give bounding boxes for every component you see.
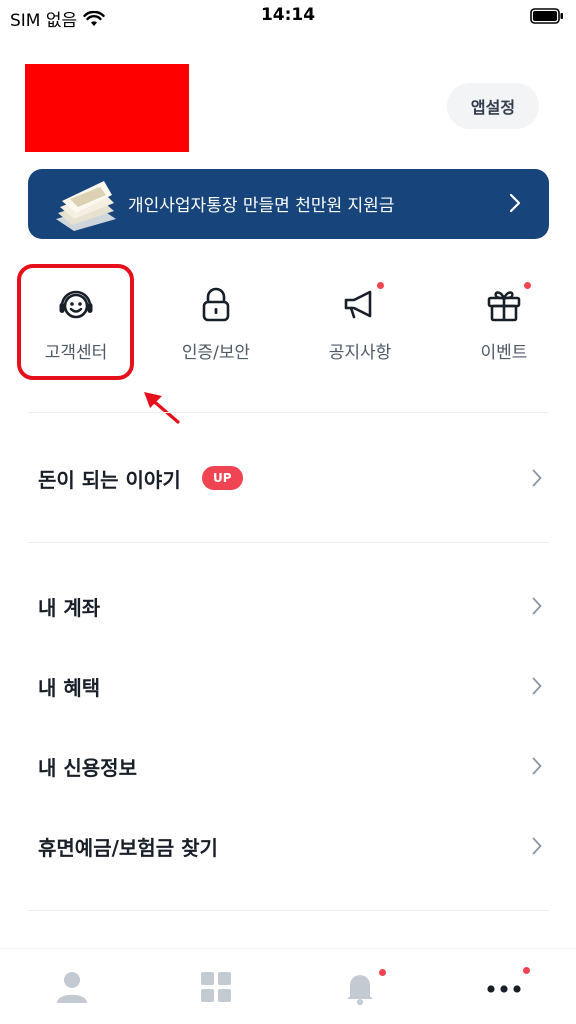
quick-menu-label: 공지사항: [328, 343, 392, 363]
gift-icon: [487, 291, 521, 322]
gift-icon-wrap: [484, 282, 531, 324]
annotation-arrow-icon: [144, 392, 180, 424]
app-settings-button[interactable]: 앱설정: [447, 83, 539, 129]
grid-icon[interactable]: [196, 967, 236, 1007]
quick-menu-auth-security[interactable]: 인증/보안: [161, 262, 271, 382]
megaphone-icon: [344, 290, 372, 319]
megaphone-icon-wrap: [340, 282, 384, 324]
divider: [28, 910, 549, 911]
quick-menu-event[interactable]: 이벤트: [449, 262, 559, 382]
lock-icon: [202, 287, 230, 322]
banner-text: 개인사업자통장 만들면 천만원 지원금: [128, 196, 395, 216]
menu-row-dormant-deposits[interactable]: 휴면예금/보험금 찾기: [0, 816, 576, 876]
more-icon: [487, 985, 521, 993]
chevron-right-icon: [532, 677, 542, 695]
chevron-right-icon: [532, 837, 542, 855]
more-tab[interactable]: [484, 967, 530, 1007]
menu-label: 돈이 되는 이야기: [38, 467, 181, 492]
status-time: 14:14: [260, 5, 316, 25]
status-bar: SIM 없음 14:14: [0, 0, 576, 34]
chevron-right-icon: [509, 193, 521, 213]
profile-redacted-block[interactable]: [25, 64, 189, 152]
chevron-right-icon: [532, 757, 542, 775]
bell-icon: [347, 975, 373, 1005]
notification-dot: [524, 282, 531, 289]
divider: [28, 412, 549, 413]
menu-row-my-benefits[interactable]: 내 혜택: [0, 656, 576, 716]
menu-label: 내 신용정보: [38, 755, 137, 780]
chevron-right-icon: [532, 597, 542, 615]
menu-row-money-story[interactable]: 돈이 되는 이야기 UP: [0, 448, 576, 508]
notification-dot: [377, 282, 384, 289]
up-badge: UP: [202, 466, 243, 490]
menu-label: 휴면예금/보험금 찾기: [38, 835, 218, 860]
notifications-tab[interactable]: [340, 967, 386, 1007]
notification-dot: [379, 969, 386, 976]
divider: [28, 542, 549, 543]
bottom-tab-bar: [0, 948, 576, 1024]
battery-icon: [530, 8, 563, 24]
menu-row-credit-info[interactable]: 내 신용정보: [0, 736, 576, 796]
quick-menu-label: 인증/보안: [181, 343, 251, 363]
promo-banner[interactable]: 개인사업자통장 만들면 천만원 지원금: [28, 169, 549, 239]
quick-menu-notice[interactable]: 공지사항: [305, 262, 415, 382]
cash-stack-icon: [56, 181, 116, 231]
chevron-right-icon: [532, 469, 542, 487]
quick-menu-label: 이벤트: [480, 343, 528, 363]
menu-row-my-account[interactable]: 내 계좌: [0, 576, 576, 636]
menu-label: 내 혜택: [38, 675, 101, 700]
person-icon[interactable]: [52, 967, 92, 1007]
notification-dot: [523, 967, 530, 974]
annotation-highlight-box: [17, 264, 134, 380]
menu-label: 내 계좌: [38, 595, 101, 620]
